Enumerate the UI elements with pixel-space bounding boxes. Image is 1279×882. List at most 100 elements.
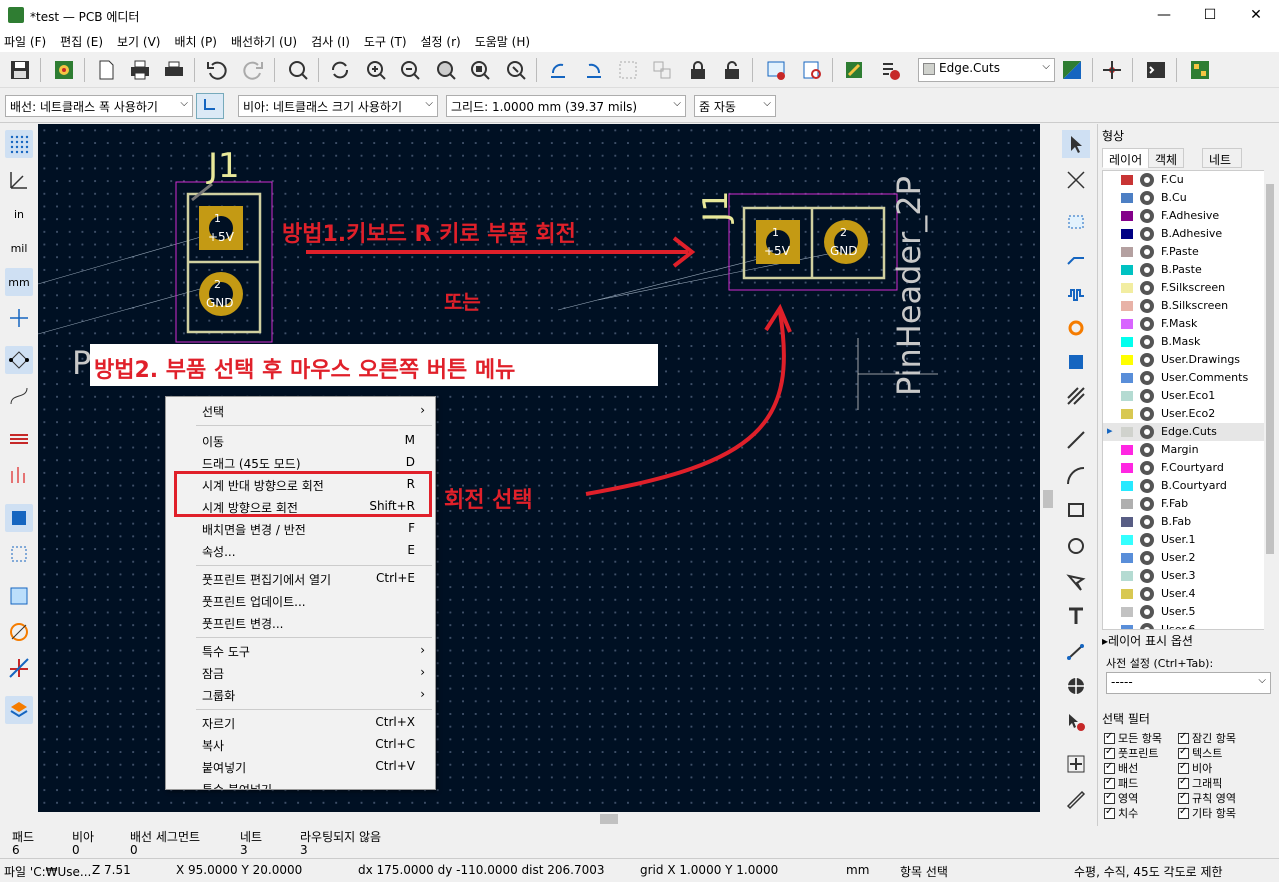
close-button[interactable]: ✕: [1233, 0, 1279, 30]
checkbox-icon[interactable]: [1178, 746, 1189, 759]
layer-row[interactable]: F.Cu: [1103, 171, 1267, 189]
menu-item-group[interactable]: 그룹화: [202, 687, 235, 704]
net-color-icon[interactable]: [5, 618, 33, 646]
checkbox-icon[interactable]: [1178, 791, 1189, 804]
menu-item-open-footprint-editor[interactable]: 풋프린트 편집기에서 열기: [202, 571, 331, 588]
eye-icon[interactable]: [1139, 532, 1155, 548]
layer-color-swatch[interactable]: [1121, 373, 1133, 383]
layer-row[interactable]: F.Fab: [1103, 495, 1267, 513]
checkbox-icon[interactable]: [1104, 791, 1115, 804]
local-ratsnest-icon[interactable]: [1062, 166, 1090, 194]
zone-fill-icon[interactable]: [5, 582, 33, 610]
menu-item-update-footprint[interactable]: 풋프린트 업데이트...: [202, 593, 306, 610]
layer-color-swatch[interactable]: [1121, 427, 1133, 437]
layer-row[interactable]: User.Eco1: [1103, 387, 1267, 405]
place-origin-icon[interactable]: [1062, 672, 1090, 700]
draw-line-icon[interactable]: [1062, 426, 1090, 454]
eye-icon[interactable]: [1139, 244, 1155, 260]
filter-checkbox[interactable]: 영역: [1104, 790, 1138, 806]
layer-color-swatch[interactable]: [1121, 319, 1133, 329]
menu-item-move[interactable]: 이동: [202, 433, 224, 450]
eye-icon[interactable]: [1139, 388, 1155, 404]
checkbox-icon[interactable]: [1104, 731, 1115, 744]
add-rule-area-icon[interactable]: [1062, 382, 1090, 410]
eye-icon[interactable]: [1139, 208, 1155, 224]
layer-row[interactable]: F.Silkscreen: [1103, 279, 1267, 297]
eye-icon[interactable]: [1139, 622, 1155, 630]
layer-row[interactable]: User.4: [1103, 585, 1267, 603]
tune-length-icon[interactable]: [1062, 280, 1090, 308]
layer-row[interactable]: Edge.Cuts ▸: [1103, 423, 1267, 441]
layer-color-swatch[interactable]: [1121, 571, 1133, 581]
layer-row[interactable]: F.Paste: [1103, 243, 1267, 261]
draw-rectangle-icon[interactable]: [1062, 496, 1090, 524]
filter-checkbox[interactable]: 치수: [1104, 805, 1138, 821]
save-icon[interactable]: [6, 56, 34, 84]
menu-item-paste[interactable]: 붙여넣기: [202, 759, 246, 776]
menu-item-lock[interactable]: 잠금: [202, 665, 224, 682]
ratsnest-icon[interactable]: [5, 346, 33, 374]
tab-nets[interactable]: 네트: [1202, 148, 1242, 168]
footprint-editor-icon[interactable]: [840, 56, 868, 84]
layer-row[interactable]: B.Courtyard: [1103, 477, 1267, 495]
layer-color-swatch[interactable]: [1121, 355, 1133, 365]
minimize-button[interactable]: —: [1141, 0, 1187, 30]
select-arrow-icon[interactable]: [1062, 130, 1090, 158]
filter-checkbox[interactable]: 패드: [1104, 775, 1138, 791]
draw-polygon-icon[interactable]: [1062, 568, 1090, 596]
auto-track-width-icon[interactable]: [196, 93, 224, 119]
menu-help[interactable]: 도움말 (H): [475, 33, 530, 50]
print-icon[interactable]: [126, 56, 154, 84]
layer-select[interactable]: Edge.Cuts ⌵: [918, 58, 1055, 82]
net-inspector-icon[interactable]: [1098, 56, 1126, 84]
eye-icon[interactable]: [1139, 190, 1155, 206]
eye-icon[interactable]: [1139, 298, 1155, 314]
unit-mm-button[interactable]: mm: [5, 268, 33, 296]
delete-tool-icon[interactable]: [1062, 708, 1090, 736]
via-size-select[interactable]: 비아: 네트클래스 크기 사용하기 ⌵: [238, 95, 438, 117]
eye-icon[interactable]: [1139, 586, 1155, 602]
eye-icon[interactable]: [1139, 460, 1155, 476]
layer-color-swatch[interactable]: [1121, 283, 1133, 293]
draw-circle-icon[interactable]: [1062, 532, 1090, 560]
menu-preferences[interactable]: 설정 (r): [421, 33, 461, 50]
layer-row[interactable]: B.Mask: [1103, 333, 1267, 351]
layer-row[interactable]: F.Adhesive: [1103, 207, 1267, 225]
add-via-icon[interactable]: [1062, 314, 1090, 342]
undo-icon[interactable]: [202, 56, 230, 84]
drc-icon[interactable]: [876, 56, 904, 84]
board-setup-icon[interactable]: [50, 56, 78, 84]
eye-icon[interactable]: [1139, 514, 1155, 530]
high-contrast-icon[interactable]: [5, 424, 33, 452]
filter-checkbox[interactable]: 모든 항목: [1104, 730, 1162, 746]
layer-color-swatch[interactable]: [1121, 337, 1133, 347]
layer-pair-icon[interactable]: [1058, 56, 1086, 84]
lock-icon[interactable]: [684, 56, 712, 84]
ungroup-icon[interactable]: [648, 56, 676, 84]
menu-file[interactable]: 파일 (F): [4, 33, 46, 50]
tab-layers[interactable]: 레이어: [1102, 148, 1150, 168]
layer-row[interactable]: Margin: [1103, 441, 1267, 459]
filter-checkbox[interactable]: 텍스트: [1178, 745, 1222, 761]
grid-select[interactable]: 그리드: 1.0000 mm (39.37 mils) ⌵: [446, 95, 686, 117]
layer-row[interactable]: B.Cu: [1103, 189, 1267, 207]
layer-color-swatch[interactable]: [1121, 517, 1133, 527]
checkbox-icon[interactable]: [1104, 806, 1115, 819]
zoom-select[interactable]: 줌 자동 ⌵: [694, 95, 776, 117]
layer-row[interactable]: F.Courtyard: [1103, 459, 1267, 477]
menu-item-drag[interactable]: 드래그 (45도 모드): [202, 455, 301, 472]
layer-row[interactable]: User.2: [1103, 549, 1267, 567]
curved-ratsnest-icon[interactable]: [5, 382, 33, 410]
via-outline-icon[interactable]: [5, 540, 33, 568]
preset-select[interactable]: ----- ⌵: [1106, 672, 1271, 694]
layer-row[interactable]: B.Silkscreen: [1103, 297, 1267, 315]
pad-fill-icon[interactable]: [5, 504, 33, 532]
checkbox-icon[interactable]: [1178, 761, 1189, 774]
eye-icon[interactable]: [1139, 280, 1155, 296]
filter-checkbox[interactable]: 그래픽: [1178, 775, 1222, 791]
page-settings-icon[interactable]: [92, 56, 120, 84]
unlock-icon[interactable]: [718, 56, 746, 84]
plugin-icon[interactable]: [1186, 56, 1214, 84]
checkbox-icon[interactable]: [1178, 806, 1189, 819]
appearance-panel-icon[interactable]: [5, 696, 33, 724]
